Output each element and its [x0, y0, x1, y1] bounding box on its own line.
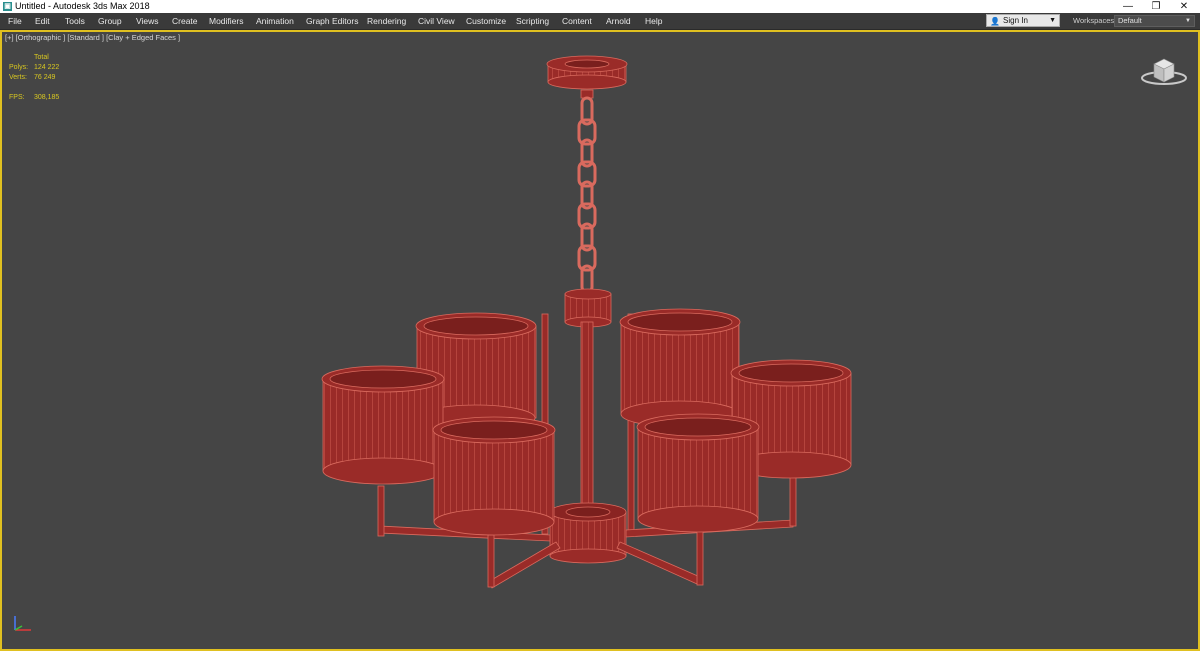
menu-customize[interactable]: Customize — [466, 13, 506, 29]
close-button[interactable]: ✕ — [1170, 0, 1198, 13]
user-icon: 👤 — [990, 17, 1000, 26]
menu-create[interactable]: Create — [172, 13, 198, 29]
menu-arnold[interactable]: Arnold — [606, 13, 631, 29]
title-bar: ▣ Untitled - Autodesk 3ds Max 2018 — ❐ ✕ — [0, 0, 1200, 13]
sign-in-dropdown[interactable]: 👤 Sign In ▼ — [986, 14, 1060, 27]
workspaces-value: Default — [1118, 16, 1142, 25]
perspective-viewport[interactable]: [+] [Orthographic ] [Standard ] [Clay + … — [0, 30, 1200, 651]
axis-tripod-icon — [14, 616, 31, 631]
minimize-button[interactable]: — — [1114, 0, 1142, 13]
app-icon: ▣ — [3, 2, 12, 11]
menu-graph-editors[interactable]: Graph Editors — [306, 13, 358, 29]
chandelier-model[interactable] — [0, 30, 1200, 651]
menu-scripting[interactable]: Scripting — [516, 13, 549, 29]
menu-content[interactable]: Content — [562, 13, 592, 29]
top-hub — [564, 288, 612, 328]
chain — [577, 96, 597, 294]
chevron-down-icon: ▼ — [1049, 17, 1056, 24]
menu-modifiers[interactable]: Modifiers — [209, 13, 243, 29]
viewcube-icon[interactable] — [1138, 52, 1190, 88]
menu-rendering[interactable]: Rendering — [367, 13, 406, 29]
shade-front-left — [432, 416, 556, 536]
menu-civil-view[interactable]: Civil View — [418, 13, 455, 29]
base-hub — [549, 502, 627, 564]
menu-bar: File Edit Tools Group Views Create Modif… — [0, 13, 1200, 30]
ceiling-canopy — [546, 55, 628, 99]
menu-group[interactable]: Group — [98, 13, 122, 29]
sign-in-label: Sign In — [1003, 16, 1028, 25]
shade-front-right — [636, 413, 760, 533]
shade-far-left — [321, 365, 445, 485]
shade-back-right — [619, 308, 741, 428]
window-title: Untitled - Autodesk 3ds Max 2018 — [15, 1, 150, 11]
workspaces-select[interactable]: Default ▼ — [1114, 15, 1195, 27]
center-rod — [580, 321, 594, 523]
menu-tools[interactable]: Tools — [65, 13, 85, 29]
menu-file[interactable]: File — [8, 13, 22, 29]
workspaces-label: Workspaces: — [1073, 16, 1117, 25]
restore-button[interactable]: ❐ — [1142, 0, 1170, 13]
chevron-down-icon: ▼ — [1185, 18, 1191, 24]
menu-help[interactable]: Help — [645, 13, 662, 29]
menu-views[interactable]: Views — [136, 13, 159, 29]
menu-animation[interactable]: Animation — [256, 13, 294, 29]
menu-edit[interactable]: Edit — [35, 13, 50, 29]
